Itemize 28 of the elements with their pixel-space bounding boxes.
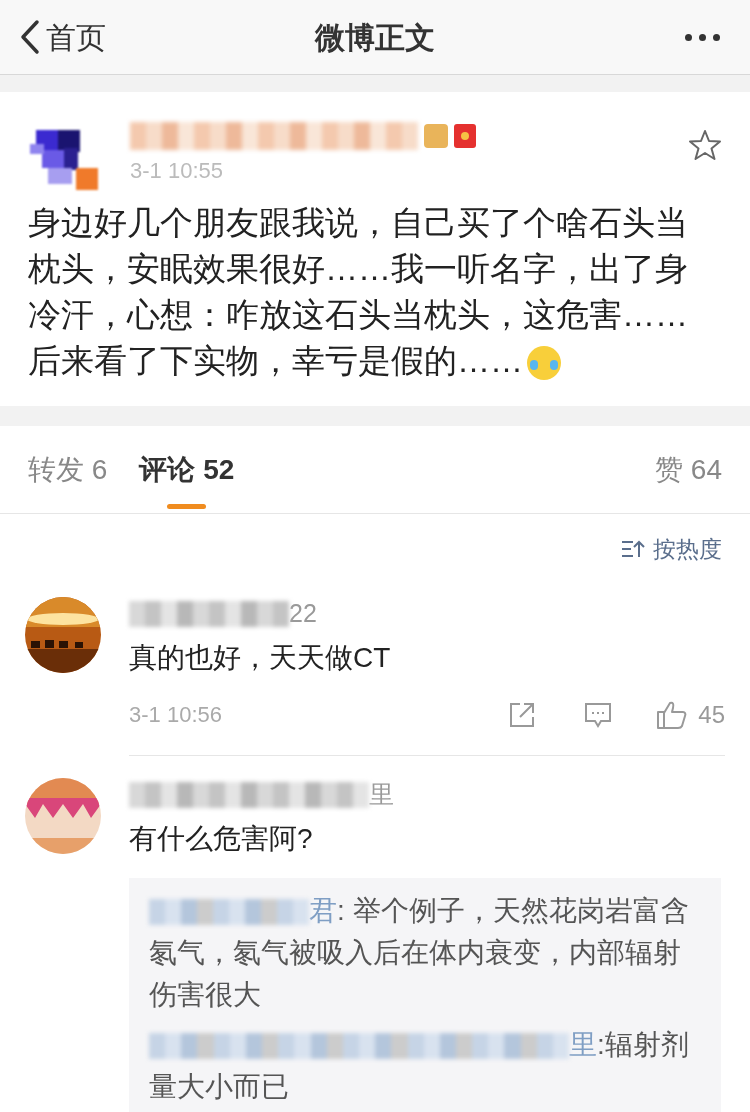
post-time: 3-1 10:55 xyxy=(130,157,224,185)
badge-icon xyxy=(424,124,448,148)
envelope-icon xyxy=(454,124,476,148)
tab[interactable]: 转发 6 xyxy=(28,426,108,513)
back-button[interactable]: 首页 xyxy=(20,14,106,60)
user-name[interactable]: 君 xyxy=(309,894,337,926)
sort-icon xyxy=(621,540,645,559)
star-icon[interactable] xyxy=(688,128,722,162)
user-name[interactable]: 22 xyxy=(289,594,317,633)
thumbs-up-icon xyxy=(656,699,689,730)
comment-text: 有什么危害阿? xyxy=(129,821,314,856)
avatar-badge-icon xyxy=(76,168,98,190)
page-title: 微博正文 xyxy=(313,19,436,56)
post-text: 身边好几个朋友跟我说，自己买了个啥石头当枕头，安眠效果很好……我一听名字，出了身冷汗，心想：咋放这石头当枕头，这危害……后来看了下实物，幸亏是假的…… xyxy=(28,203,689,383)
reply-text: 里:辐射剂量大小而已 xyxy=(149,1027,690,1104)
user-name[interactable]: 里 xyxy=(569,1028,597,1060)
likes-count[interactable]: 赞 64 xyxy=(655,448,722,491)
reply-text: 君: 举个例子，天然花岗岩富含氡气，氡气被吸入后在体内衰变，内部辐射伤害很大 xyxy=(149,893,690,1012)
comment-text: 真的也好，天天做CT xyxy=(129,640,392,675)
comment-time: 3-1 10:56 xyxy=(129,701,222,729)
chevron-left-icon xyxy=(20,19,40,55)
comment-icon[interactable] xyxy=(584,700,613,729)
tab[interactable]: 评论 52 xyxy=(139,426,235,513)
emoji-icon xyxy=(527,346,561,381)
sort-button[interactable]: 按热度 xyxy=(621,532,722,567)
share-icon[interactable] xyxy=(508,700,537,729)
user-name[interactable]: 里 xyxy=(369,775,394,814)
like-button[interactable]: 45 xyxy=(656,696,725,733)
